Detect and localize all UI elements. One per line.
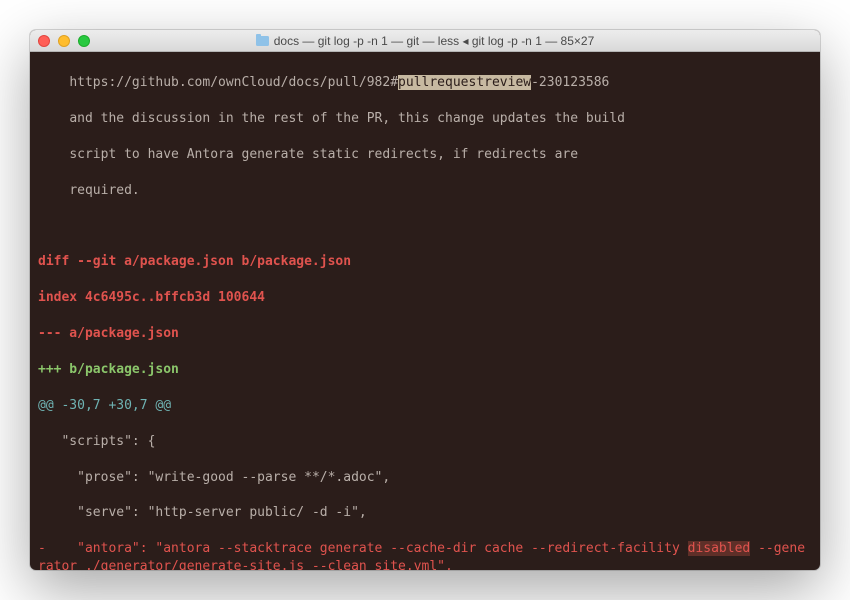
window-title: docs — git log -p -n 1 — git — less ◂ gi… [30, 34, 820, 48]
blank-line [38, 217, 812, 235]
minimize-icon[interactable] [58, 35, 70, 47]
diff-old-file: --- a/package.json [38, 325, 812, 343]
diff-context: "prose": "write-good --parse **/*.adoc", [38, 469, 812, 487]
maximize-icon[interactable] [78, 35, 90, 47]
folder-icon [256, 36, 269, 46]
diff-new-file: +++ b/package.json [38, 361, 812, 379]
diff-index: index 4c6495c..bffcb3d 100644 [38, 289, 812, 307]
commit-msg-url: https://github.com/ownCloud/docs/pull/98… [38, 74, 812, 92]
terminal-window: docs — git log -p -n 1 — git — less ◂ gi… [30, 30, 820, 570]
diff-hunk: @@ -30,7 +30,7 @@ [38, 397, 812, 415]
highlighted-text: pullrequestreview [398, 75, 531, 90]
close-icon[interactable] [38, 35, 50, 47]
commit-msg-line: required. [38, 182, 812, 200]
diff-context: "serve": "http-server public/ -d -i", [38, 504, 812, 522]
titlebar[interactable]: docs — git log -p -n 1 — git — less ◂ gi… [30, 30, 820, 52]
diff-header: diff --git a/package.json b/package.json [38, 253, 812, 271]
terminal-content[interactable]: https://github.com/ownCloud/docs/pull/98… [30, 52, 820, 570]
commit-msg-line: script to have Antora generate static re… [38, 146, 812, 164]
window-title-text: docs — git log -p -n 1 — git — less ◂ gi… [274, 34, 595, 48]
diff-context: "scripts": { [38, 433, 812, 451]
commit-msg-line: and the discussion in the rest of the PR… [38, 110, 812, 128]
diff-removed: - "antora": "antora --stacktrace generat… [38, 540, 812, 570]
traffic-lights [38, 35, 90, 47]
